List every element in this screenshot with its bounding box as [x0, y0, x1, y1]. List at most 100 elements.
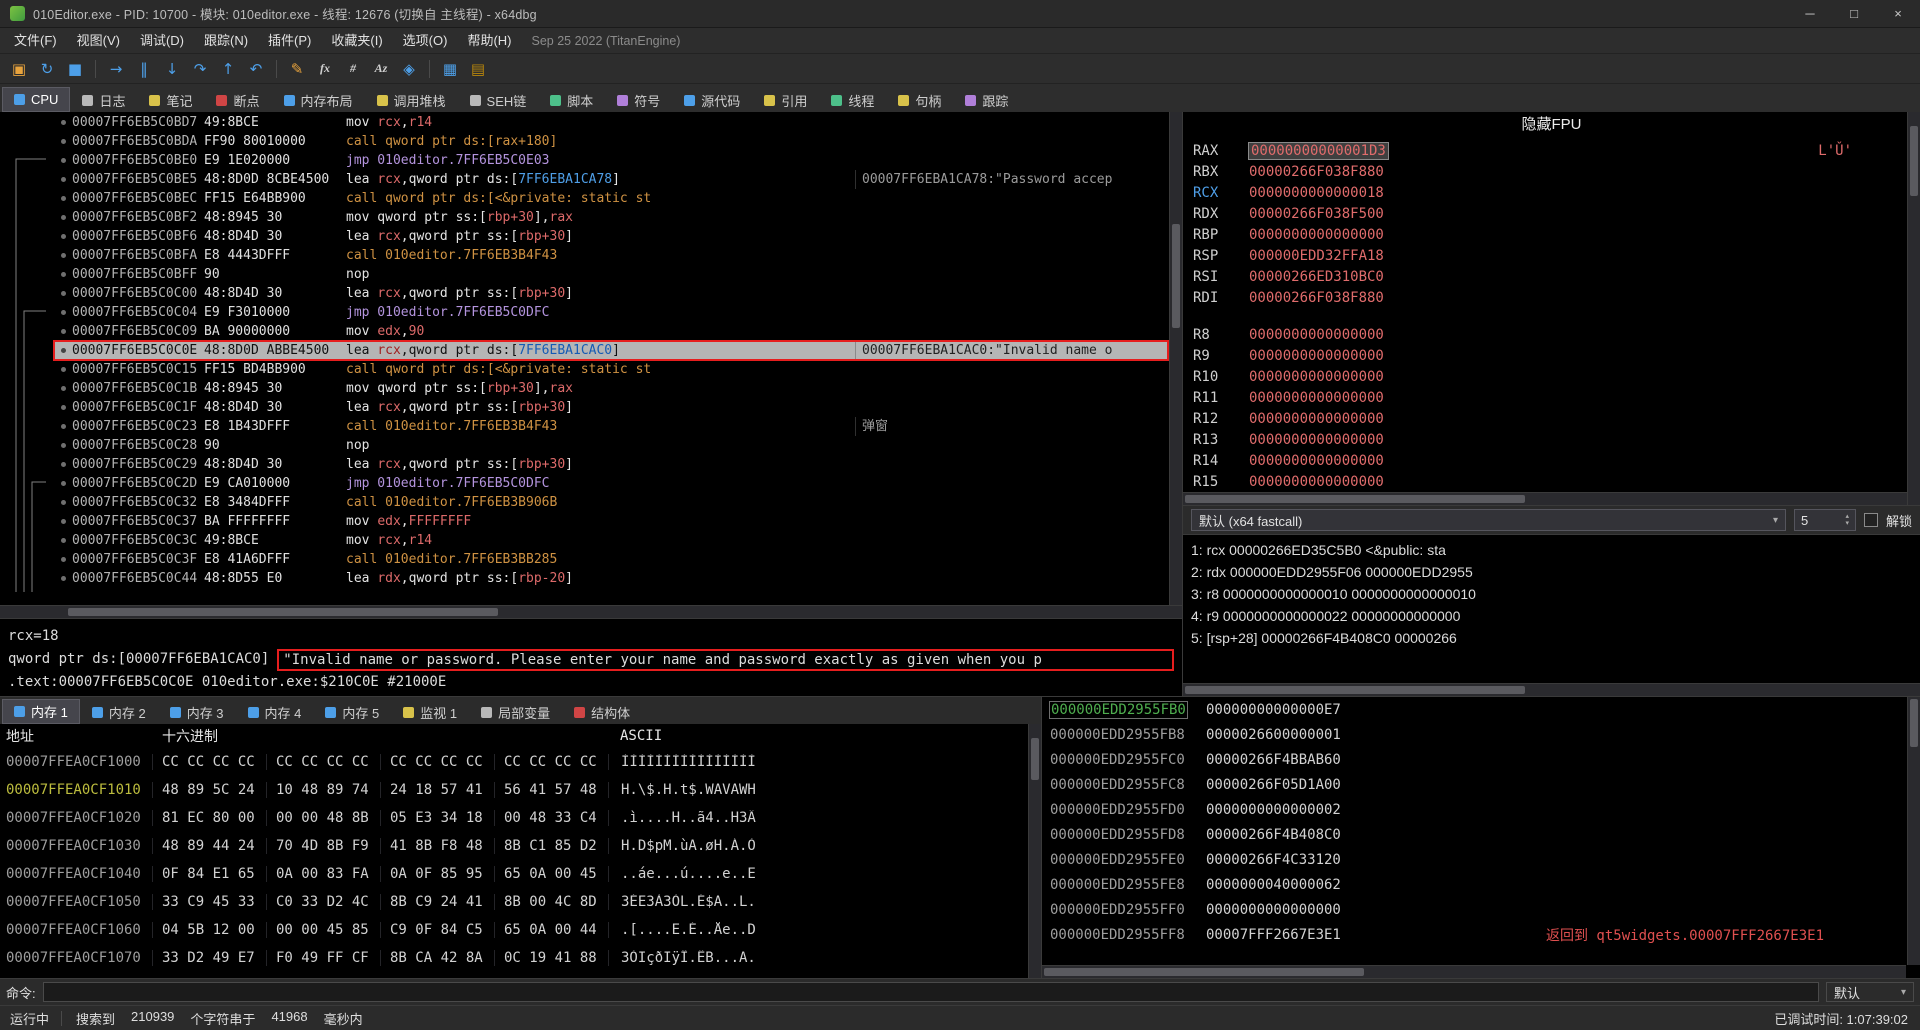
- register-row[interactable]: R14 0000000000000000: [1193, 450, 1904, 471]
- stack-vertical-scrollbar[interactable]: [1907, 697, 1920, 965]
- memory-map-tab[interactable]: 内存布局: [272, 87, 365, 112]
- calling-convention-select[interactable]: 默认 (x64 fastcall) ▾: [1191, 509, 1786, 531]
- stop-icon[interactable]: ■: [62, 57, 88, 81]
- breakpoint-dot[interactable]: [54, 158, 72, 163]
- disasm-row[interactable]: 00007FF6EB5C0C29 48:8D4D 30 lea rcx,qword …: [54, 455, 1168, 474]
- dump-row[interactable]: 00007FFEA0CF1000 CC CC CC CC CC CC CC CC CC…: [0, 748, 1041, 776]
- dump-vertical-scrollbar[interactable]: [1028, 724, 1041, 978]
- memory-3-tab[interactable]: 内存 3: [158, 699, 236, 724]
- register-value[interactable]: 00000266ED310BC0: [1249, 269, 1384, 285]
- register-value[interactable]: 0000000000000018: [1249, 185, 1384, 201]
- register-value[interactable]: 00000000000001D3: [1249, 142, 1388, 159]
- scrollbar-thumb[interactable]: [1910, 699, 1918, 747]
- memory-1-tab[interactable]: 内存 1: [2, 699, 80, 724]
- disasm-row[interactable]: 00007FF6EB5C0C04 E9 F3010000 jmp 010editor…: [54, 303, 1168, 322]
- disasm-row[interactable]: 00007FF6EB5C0C2D E9 CA010000 jmp 010editor…: [54, 474, 1168, 493]
- symbols-tab[interactable]: 符号: [605, 87, 672, 112]
- disasm-horizontal-scrollbar[interactable]: [0, 605, 1182, 618]
- graph-icon[interactable]: ◈: [396, 57, 422, 81]
- disasm-row[interactable]: 00007FF6EB5C0C28 90 nop: [54, 436, 1168, 455]
- register-row[interactable]: RDX 00000266F038F500: [1193, 203, 1904, 224]
- breakpoint-dot[interactable]: [54, 291, 72, 296]
- register-value[interactable]: 0000000000000000: [1249, 227, 1384, 243]
- handles-tab[interactable]: 句柄: [886, 87, 953, 112]
- dump-row[interactable]: 00007FFEA0CF1030 48 89 44 24 70 4D 8B F9 41…: [0, 832, 1041, 860]
- scrollbar-thumb[interactable]: [1185, 495, 1525, 503]
- strings-icon[interactable]: Az: [368, 57, 394, 81]
- disasm-vertical-scrollbar[interactable]: [1169, 112, 1182, 605]
- source-tab[interactable]: 源代码: [672, 87, 752, 112]
- disasm-row[interactable]: 00007FF6EB5C0BD7 49:8BCE mov rcx,r14: [54, 113, 1168, 132]
- breakpoint-dot[interactable]: [54, 576, 72, 581]
- fastcall-arg[interactable]: 3: r8 0000000000000010 0000000000000010: [1191, 583, 1912, 605]
- disasm-row[interactable]: 00007FF6EB5C0C15 FF15 BD4BB900 call qword …: [54, 360, 1168, 379]
- disasm-row[interactable]: 00007FF6EB5C0C1B 48:8945 30 mov qword ptr …: [54, 379, 1168, 398]
- references-tab[interactable]: 引用: [752, 87, 819, 112]
- disasm-row[interactable]: 00007FF6EB5C0C23 E8 1B43DFFF call 010edito…: [54, 417, 1168, 436]
- register-value[interactable]: 0000000000000000: [1249, 432, 1384, 448]
- hide-fpu-button[interactable]: 隐藏FPU: [1183, 112, 1920, 138]
- register-row[interactable]: R15 0000000000000000: [1193, 471, 1904, 492]
- disasm-row[interactable]: 00007FF6EB5C0C00 48:8D4D 30 lea rcx,qword …: [54, 284, 1168, 303]
- menu-item[interactable]: 调试(D): [130, 30, 194, 52]
- register-row[interactable]: R10 0000000000000000: [1193, 366, 1904, 387]
- register-row[interactable]: R9 0000000000000000: [1193, 345, 1904, 366]
- breakpoint-dot[interactable]: [54, 348, 72, 353]
- disasm-row[interactable]: 00007FF6EB5C0BF2 48:8945 30 mov qword ptr …: [54, 208, 1168, 227]
- restart-icon[interactable]: ↻: [34, 57, 60, 81]
- call-stack-tab[interactable]: 调用堆栈: [365, 87, 458, 112]
- disasm-row[interactable]: 00007FF6EB5C0C32 E8 3484DFFF call 010edito…: [54, 493, 1168, 512]
- fastcall-arg[interactable]: 1: rcx 00000266ED35C5B0 <&public: sta: [1191, 539, 1912, 561]
- stack-row[interactable]: 000000EDD2955FE8 0000000040000062: [1042, 872, 1920, 897]
- notes-tab[interactable]: 笔记: [137, 87, 204, 112]
- disasm-row[interactable]: 00007FF6EB5C0BF6 48:8D4D 30 lea rcx,qword …: [54, 227, 1168, 246]
- breakpoint-dot[interactable]: [54, 310, 72, 315]
- breakpoint-dot[interactable]: [54, 462, 72, 467]
- register-value[interactable]: 0000000000000000: [1249, 369, 1384, 385]
- register-row[interactable]: RBX 00000266F038F880: [1193, 161, 1904, 182]
- breakpoint-dot[interactable]: [54, 443, 72, 448]
- disasm-row[interactable]: 00007FF6EB5C0C3C 49:8BCE mov rcx,r14: [54, 531, 1168, 550]
- stack-row[interactable]: 000000EDD2955FF8 00007FFF2667E3E1 返回到 qt5w…: [1042, 922, 1920, 947]
- scrollbar-thumb[interactable]: [1044, 968, 1364, 976]
- stack-row[interactable]: 000000EDD2955FC0 00000266F4BBAB60: [1042, 747, 1920, 772]
- disasm-row[interactable]: 00007FF6EB5C0BE0 E9 1E020000 jmp 010editor…: [54, 151, 1168, 170]
- log-tab[interactable]: 日志: [70, 87, 137, 112]
- scrollbar-thumb[interactable]: [1910, 126, 1918, 196]
- breakpoint-dot[interactable]: [54, 253, 72, 258]
- register-value[interactable]: 000000EDD32FFA18: [1249, 248, 1384, 264]
- register-row[interactable]: R12 0000000000000000: [1193, 408, 1904, 429]
- patch-icon[interactable]: ✎: [284, 57, 310, 81]
- dump-row[interactable]: 00007FFEA0CF1020 81 EC 80 00 00 00 48 8B 05…: [0, 804, 1041, 832]
- memory-4-tab[interactable]: 内存 4: [236, 699, 314, 724]
- memory-2-tab[interactable]: 内存 2: [80, 699, 158, 724]
- registers-vertical-scrollbar[interactable]: [1907, 112, 1920, 505]
- disasm-row[interactable]: 00007FF6EB5C0BEC FF15 E64BB900 call qword …: [54, 189, 1168, 208]
- disasm-row[interactable]: 00007FF6EB5C0C09 BA 90000000 mov edx,90: [54, 322, 1168, 341]
- scrollbar-thumb[interactable]: [1172, 224, 1180, 328]
- trace-tab[interactable]: 跟踪: [953, 87, 1020, 112]
- memory-5-tab[interactable]: 内存 5: [313, 699, 391, 724]
- script-tab[interactable]: 脚本: [538, 87, 605, 112]
- step-over-icon[interactable]: ↷: [187, 57, 213, 81]
- fastcall-arg[interactable]: 5: [rsp+28] 00000266F4B408C0 00000266: [1191, 627, 1912, 649]
- locals-tab[interactable]: 局部变量: [469, 699, 562, 724]
- disasm-row[interactable]: 00007FF6EB5C0BDA FF90 80010000 call qword …: [54, 132, 1168, 151]
- disasm-row[interactable]: 00007FF6EB5C0BFA E8 4443DFFF call 010edito…: [54, 246, 1168, 265]
- book-icon[interactable]: ▤: [465, 57, 491, 81]
- menu-item[interactable]: 文件(F): [4, 30, 67, 52]
- register-row[interactable]: RAX 00000000000001D3 L'Ǔ': [1193, 140, 1904, 161]
- maximize-button[interactable]: □: [1832, 0, 1876, 27]
- register-row[interactable]: R11 0000000000000000: [1193, 387, 1904, 408]
- stack-row[interactable]: 000000EDD2955FD8 00000266F4B408C0: [1042, 822, 1920, 847]
- stack-row[interactable]: 000000EDD2955FF0 0000000000000000: [1042, 897, 1920, 922]
- arg-count-spinner[interactable]: 5 ▴ ▾: [1793, 509, 1856, 531]
- menu-item[interactable]: 收藏夹(I): [321, 30, 392, 52]
- register-row[interactable]: RSI 00000266ED310BC0: [1193, 266, 1904, 287]
- threads-tab[interactable]: 线程: [819, 87, 886, 112]
- register-row[interactable]: RSP 000000EDD32FFA18: [1193, 245, 1904, 266]
- fastcall-arg[interactable]: 4: r9 0000000000000022 00000000000000: [1191, 605, 1912, 627]
- function-icon[interactable]: fx: [312, 57, 338, 81]
- disasm-row[interactable]: 00007FF6EB5C0BE5 48:8D0D 8CBE4500 lea rcx,…: [54, 170, 1168, 189]
- disasm-row[interactable]: 00007FF6EB5C0C44 48:8D55 E0 lea rdx,qword …: [54, 569, 1168, 588]
